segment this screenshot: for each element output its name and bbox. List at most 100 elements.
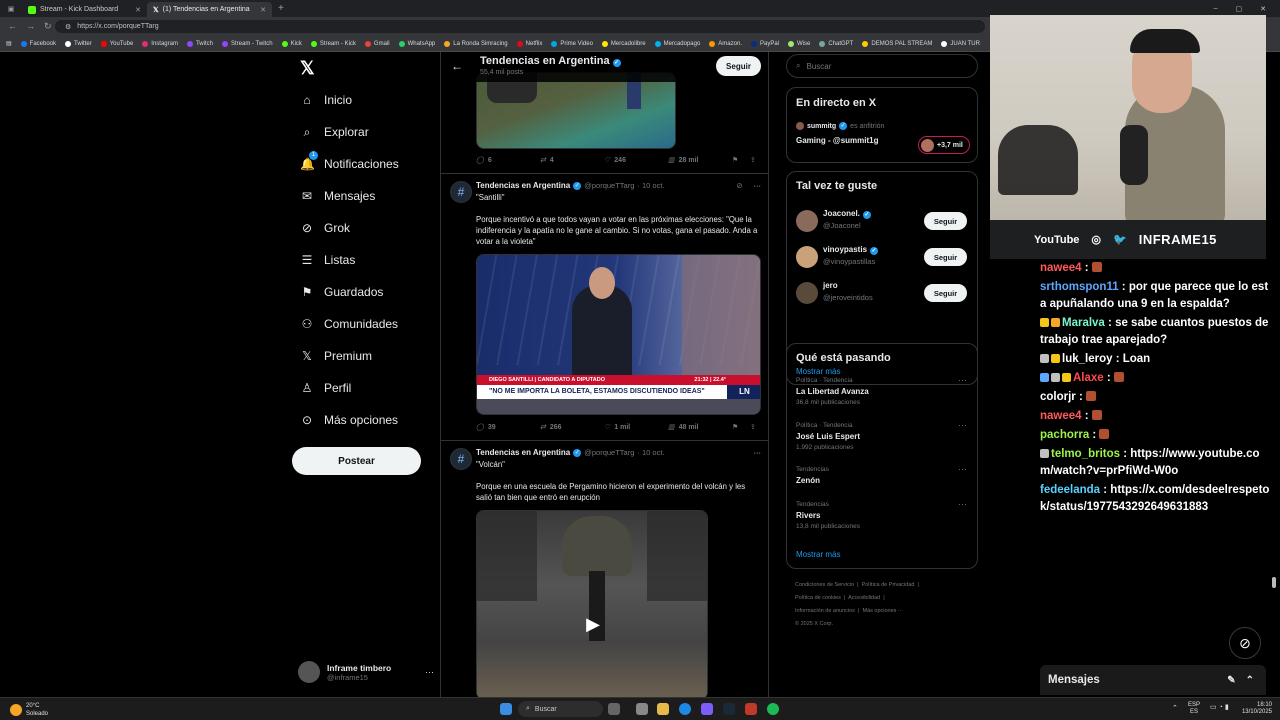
avatar[interactable] [796, 246, 818, 268]
reply-action[interactable]: ◯ 6 [476, 156, 540, 165]
play-icon[interactable]: ▶ [583, 614, 603, 634]
tab-kick-dashboard[interactable]: Stream - Kick Dashboard ✕ [22, 2, 147, 17]
task-view-icon[interactable] [636, 703, 648, 715]
avatar[interactable]: # [450, 448, 472, 470]
bookmark-item[interactable]: Kick [281, 40, 302, 47]
bookmark-item[interactable]: YouTube [100, 40, 133, 47]
close-icon[interactable]: ✕ [135, 6, 141, 14]
expand-icon[interactable]: ⌃ [1246, 675, 1254, 686]
tweet-handle[interactable]: @porqueTTarg [584, 181, 634, 190]
url-field[interactable]: ⚙ https://x.com/porqueTTarg [55, 20, 985, 33]
messages-drawer[interactable]: Mensajes ✎ ⌃ [1040, 665, 1266, 695]
clock[interactable]: 18:10 13/10/2025 [1238, 702, 1272, 716]
tab-tendencias[interactable]: 𝕏 (1) Tendencias en Argentina ✕ [147, 2, 272, 17]
chat-username[interactable]: srthomspon11 [1040, 281, 1119, 293]
site-info-icon[interactable]: ⚙ [65, 23, 71, 31]
bookmark-item[interactable]: Wise [788, 40, 810, 47]
tweet-author[interactable]: Tendencias en Argentina [476, 181, 570, 190]
bookmark-item[interactable]: La Ronda Simracing [444, 40, 508, 47]
footer-link[interactable]: Más opciones ··· [862, 608, 903, 614]
bookmark-icon[interactable]: ⚑ [732, 423, 750, 431]
x-logo-icon[interactable]: 𝕏 [300, 58, 315, 79]
bookmark-item[interactable]: Twitch [186, 40, 213, 47]
bookmark-item[interactable]: DEMOS PAL STREAM [862, 40, 932, 47]
compose-icon[interactable]: ✎ [1227, 675, 1235, 686]
app-icon[interactable] [745, 703, 757, 715]
follow-button[interactable]: Seguir [716, 56, 761, 76]
minimize-icon[interactable]: – [1214, 5, 1218, 13]
language-indicator[interactable]: ESP ES [1188, 702, 1200, 716]
tray-chevron-icon[interactable]: ⌃ [1172, 704, 1178, 712]
more-icon[interactable]: ··· [754, 181, 762, 190]
tweet-date[interactable]: · 10 oct. [637, 448, 664, 457]
tweet-video[interactable]: ▶ [476, 510, 708, 697]
trend-name[interactable]: Zenón [796, 476, 820, 485]
follow-button[interactable]: Seguir [924, 284, 967, 302]
weather-widget[interactable]: 20°C Soleado [10, 702, 48, 718]
nav-item-mensajes[interactable]: ✉ Mensajes [300, 180, 375, 212]
retweet-action[interactable]: ⇄ 4 [540, 156, 604, 165]
nav-item-inicio[interactable]: ⌂ Inicio [300, 84, 352, 116]
nav-item-listas[interactable]: ☰ Listas [300, 244, 356, 276]
nav-item-premium[interactable]: 𝕏 Premium [300, 340, 372, 372]
bookmark-item[interactable]: WhatsApp [398, 40, 435, 47]
forward-icon[interactable]: → [26, 21, 35, 32]
footer-link[interactable]: Política de cookies [795, 595, 841, 601]
chat-username[interactable]: pachorra [1040, 429, 1089, 441]
tweet-handle[interactable]: @porqueTTarg [584, 448, 634, 457]
back-icon[interactable]: ← [8, 21, 17, 32]
grok-float-icon[interactable]: ⊘ [1229, 627, 1261, 659]
more-icon[interactable]: ··· [425, 667, 434, 677]
views-action[interactable]: ▥ 48 mil [668, 423, 732, 432]
nav-item-grok[interactable]: ⊘ Grok [300, 212, 350, 244]
live-host[interactable]: summitg ✓ es anfitrión [796, 122, 884, 130]
footer-link[interactable]: Accesibilidad [848, 595, 880, 601]
reply-action[interactable]: ◯ 39 [476, 423, 540, 432]
footer-link[interactable]: Política de Privacidad [862, 582, 915, 588]
file-explorer-icon[interactable] [657, 703, 669, 715]
tweet-image[interactable]: DIEGO SANTILLI | CANDIDATO A DIPUTADO 21:… [476, 254, 761, 415]
bookmark-item[interactable]: Gmail [364, 40, 390, 47]
footer-link[interactable]: Condiciones de Servicio [795, 582, 854, 588]
more-icon[interactable]: ··· [958, 499, 967, 509]
tweet-author[interactable]: Tendencias en Argentina [476, 448, 570, 457]
nav-item-comunidades[interactable]: ⚇ Comunidades [300, 308, 398, 340]
bookmark-item[interactable]: Facebook [20, 40, 56, 47]
windows-start-icon[interactable] [500, 703, 512, 715]
nav-item-perfil[interactable]: ♙ Perfil [300, 372, 352, 404]
suggest-name[interactable]: jero [823, 281, 838, 290]
new-tab-icon[interactable]: + [272, 3, 284, 14]
bookmark-item[interactable]: Amazon. [709, 40, 742, 47]
follow-button[interactable]: Seguir [924, 212, 967, 230]
steam-icon[interactable] [723, 703, 735, 715]
nav-item-notificaciones[interactable]: 🔔 1 Notificaciones [300, 148, 399, 180]
trend-name[interactable]: La Libertad Avanza [796, 387, 869, 396]
chat-username[interactable]: nawee4 [1040, 262, 1082, 274]
chat-username[interactable]: luk_leroy [1062, 353, 1113, 365]
discord-icon[interactable] [701, 703, 713, 715]
bookmark-item[interactable]: PayPal [750, 40, 779, 47]
search-input[interactable]: ⌕ Buscar [786, 54, 978, 78]
trend-name[interactable]: José Luis Espert [796, 432, 860, 441]
nav-item-mas-opciones[interactable]: ⊙ Más opciones [300, 404, 398, 436]
apps-icon[interactable]: ▤ [6, 40, 12, 47]
grok-icon[interactable]: ⊘ [736, 181, 742, 190]
share-icon[interactable]: ⇪ [750, 423, 756, 431]
more-icon[interactable]: ··· [958, 464, 967, 474]
views-action[interactable]: ▥ 28 mil [668, 156, 732, 165]
show-more-link[interactable]: Mostrar más [796, 550, 840, 559]
scrollbar-thumb[interactable] [1272, 577, 1276, 588]
suggest-handle[interactable]: @jeroveintidos [823, 293, 873, 302]
bookmark-item[interactable]: ChatGPT [819, 40, 853, 47]
tray-icons[interactable]: ▭◔▮ [1210, 703, 1231, 711]
bookmark-item[interactable]: Twitter [65, 40, 92, 47]
bookmark-item[interactable]: Netflix [516, 40, 542, 47]
chat-username[interactable]: colorjr [1040, 391, 1076, 403]
bookmark-item[interactable]: Stream - Twitch [221, 40, 273, 47]
like-action[interactable]: ♡ 246 [604, 156, 668, 165]
tab-menu-icon[interactable]: ▣ [0, 5, 22, 13]
live-title[interactable]: Gaming - @summit1g [796, 136, 878, 145]
back-arrow-icon[interactable]: ← [451, 59, 463, 73]
chat-username[interactable]: telmo_britos [1051, 448, 1120, 460]
chat-username[interactable]: Alaxe [1073, 372, 1104, 384]
